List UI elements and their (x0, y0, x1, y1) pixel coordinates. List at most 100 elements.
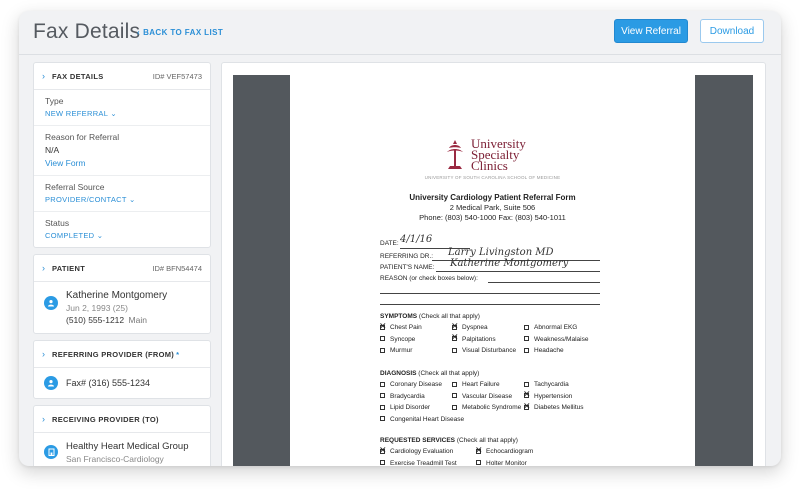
diagnosis-option-label: Heart Failure (462, 381, 500, 388)
receiving-provider-name: Healthy Heart Medical Group (66, 441, 189, 452)
receiving-provider-sub: San Francisco-Cardiology (66, 454, 164, 464)
diagnosis-option-label: Bradycardia (390, 392, 425, 400)
patient-name-label: PATIENT'S NAME: (380, 264, 435, 271)
chevron-left-icon: ‹ (137, 28, 141, 37)
status-dropdown[interactable]: COMPLETED ⌄ (45, 231, 199, 240)
diagnosis-option: Congenital Heart Disease (380, 416, 464, 423)
chevron-right-icon: › (42, 349, 45, 359)
diagnosis-option: Vascular Disease (452, 393, 512, 400)
receiving-provider-card: › RECEIVING PROVIDER (TO) Healthy Heart … (33, 405, 211, 466)
fax-details-card: › FAX DETAILS ID# VEF57473 Type NEW REFE… (33, 62, 211, 248)
patient-id: ID# BFN54474 (152, 263, 202, 273)
symptom-option-label: Murmur (390, 347, 413, 354)
source-dropdown[interactable]: PROVIDER/CONTACT ⌄ (45, 195, 199, 204)
patient-phone: (510) 555-1212 Main (66, 315, 167, 325)
page-header: Fax Details ‹ BACK TO FAX LIST View Refer… (19, 11, 781, 55)
symptom-option: Abnormal EKG (524, 324, 577, 331)
patient-phone-tag: Main (128, 315, 147, 325)
checkbox-icon (524, 347, 529, 353)
form-phone: Phone: (803) 540-1000 Fax: (803) 540-101… (419, 213, 566, 222)
person-icon (44, 376, 58, 390)
service-option-label: Holter Monitor (486, 459, 527, 467)
diagnosis-option-label: Vascular Disease (462, 392, 513, 400)
patient-name-value: Katherine Montgomery (450, 258, 569, 269)
referring-provider-title: REFERRING PROVIDER (FROM) * (52, 350, 202, 359)
service-option-label: Echocardiogram (486, 448, 534, 455)
symptoms-heading: SYMPTOMS (Check all that apply) (380, 313, 480, 320)
download-button[interactable]: Download (700, 19, 764, 43)
diagnosis-option: Lipid Disorder (380, 404, 430, 411)
view-referral-button[interactable]: View Referral (614, 19, 688, 43)
type-label: Type (45, 96, 64, 106)
diagnosis-option: Hypertension (523, 389, 572, 400)
person-icon (44, 296, 58, 310)
service-option-label: Exercise Treadmill Test (390, 459, 457, 467)
date-label: DATE: (380, 240, 399, 247)
symptom-option-label: Visual Disturbance (462, 347, 517, 354)
diagnosis-option-label: Lipid Disorder (390, 404, 431, 411)
receiving-provider-header[interactable]: › RECEIVING PROVIDER (TO) (34, 406, 210, 433)
receiving-provider-info: Healthy Heart Medical Group San Francisc… (34, 433, 210, 466)
checkbox-icon (524, 336, 529, 341)
diagnosis-heading: DIAGNOSIS (Check all that apply) (380, 370, 479, 377)
symptom-option: Palpitations (451, 332, 496, 343)
patient-phone-number: (510) 555-1212 (66, 315, 125, 325)
symptom-option-label: Weakness/Malaise (534, 335, 589, 343)
diagnosis-option-label: Tachycardia (534, 381, 569, 388)
referring-provider-info: Fax# (316) 555-1234 (34, 368, 210, 398)
patient-name: Katherine Montgomery (66, 290, 168, 301)
status-label: Status (45, 218, 70, 228)
referring-provider-header[interactable]: › REFERRING PROVIDER (FROM) * (34, 341, 210, 368)
date-value: 4/1/16 (400, 234, 433, 245)
service-option-label: Cardiology Evaluation (390, 448, 454, 455)
clinic-logo-text: University Specialty Clinics (471, 137, 526, 172)
diagnosis-title: DIAGNOSIS (380, 370, 417, 377)
symptom-option-label: Dyspnea (462, 324, 488, 331)
patient-header[interactable]: › PATIENT ID# BFN54474 (34, 255, 210, 282)
form-address: 2 Medical Park, Suite 506 (449, 203, 536, 212)
diagnosis-note: (Check all that apply) (418, 370, 480, 377)
checkbox-icon (524, 381, 529, 387)
checkbox-icon (452, 381, 457, 387)
reason-underline-3 (380, 304, 600, 305)
page-title: Fax Details (33, 20, 141, 43)
service-option: Holter Monitor (476, 459, 527, 467)
symptom-option-label: Headache (534, 347, 564, 354)
symptom-option-label: Abnormal EKG (534, 324, 578, 331)
fax-document-page: University Specialty Clinics UNIVERSITY … (290, 75, 695, 466)
checked-box-icon (523, 401, 531, 412)
reason-underline-1 (488, 282, 600, 283)
referring-line: REFERRING DR.: Larry Livingston MD (380, 247, 554, 260)
symptom-option-label: Syncope (390, 335, 416, 343)
chevron-down-icon: ⌄ (110, 109, 117, 118)
symptom-option: Syncope (380, 336, 415, 343)
chevron-down-icon: ⌄ (96, 231, 104, 240)
symptom-option: Headache (524, 347, 564, 354)
services-title: REQUESTED SERVICES (380, 437, 456, 444)
source-value: PROVIDER/CONTACT (45, 195, 127, 204)
diagnosis-option-label: Diabetes Mellitus (534, 404, 584, 411)
fax-id: ID# VEF57473 (152, 71, 202, 81)
checkbox-icon (380, 336, 385, 341)
symptom-option-label: Palpitations (462, 335, 496, 343)
symptoms-title: SYMPTOMS (380, 313, 418, 320)
services-note: (Check all that apply) (456, 437, 518, 444)
type-value: NEW REFERRAL (45, 109, 108, 118)
type-dropdown[interactable]: NEW REFERRAL ⌄ (45, 109, 199, 118)
patient-underline (436, 271, 600, 272)
diagnosis-option: Bradycardia (380, 393, 425, 400)
patient-dob: Jun 2, 1993 (25) (66, 303, 128, 313)
patient-line: PATIENT'S NAME: Katherine Montgomery (380, 258, 568, 271)
symptom-option: Murmur (380, 347, 412, 354)
service-option: Echocardiogram (475, 445, 534, 456)
service-option: Exercise Treadmill Test (380, 459, 457, 467)
checkbox-icon (476, 460, 481, 465)
view-form-link[interactable]: View Form (45, 158, 199, 168)
reason-field: Reason for Referral N/A View Form (34, 126, 210, 176)
form-title: University Cardiology Patient Referral F… (409, 193, 576, 202)
diagnosis-option-label: Metabolic Syndrome (462, 404, 522, 411)
document-viewer[interactable]: University Specialty Clinics UNIVERSITY … (221, 62, 766, 466)
back-to-fax-list-link[interactable]: ‹ BACK TO FAX LIST (137, 28, 223, 37)
diagnosis-option: Coronary Disease (380, 381, 442, 388)
fax-details-header[interactable]: › FAX DETAILS ID# VEF57473 (34, 63, 210, 90)
